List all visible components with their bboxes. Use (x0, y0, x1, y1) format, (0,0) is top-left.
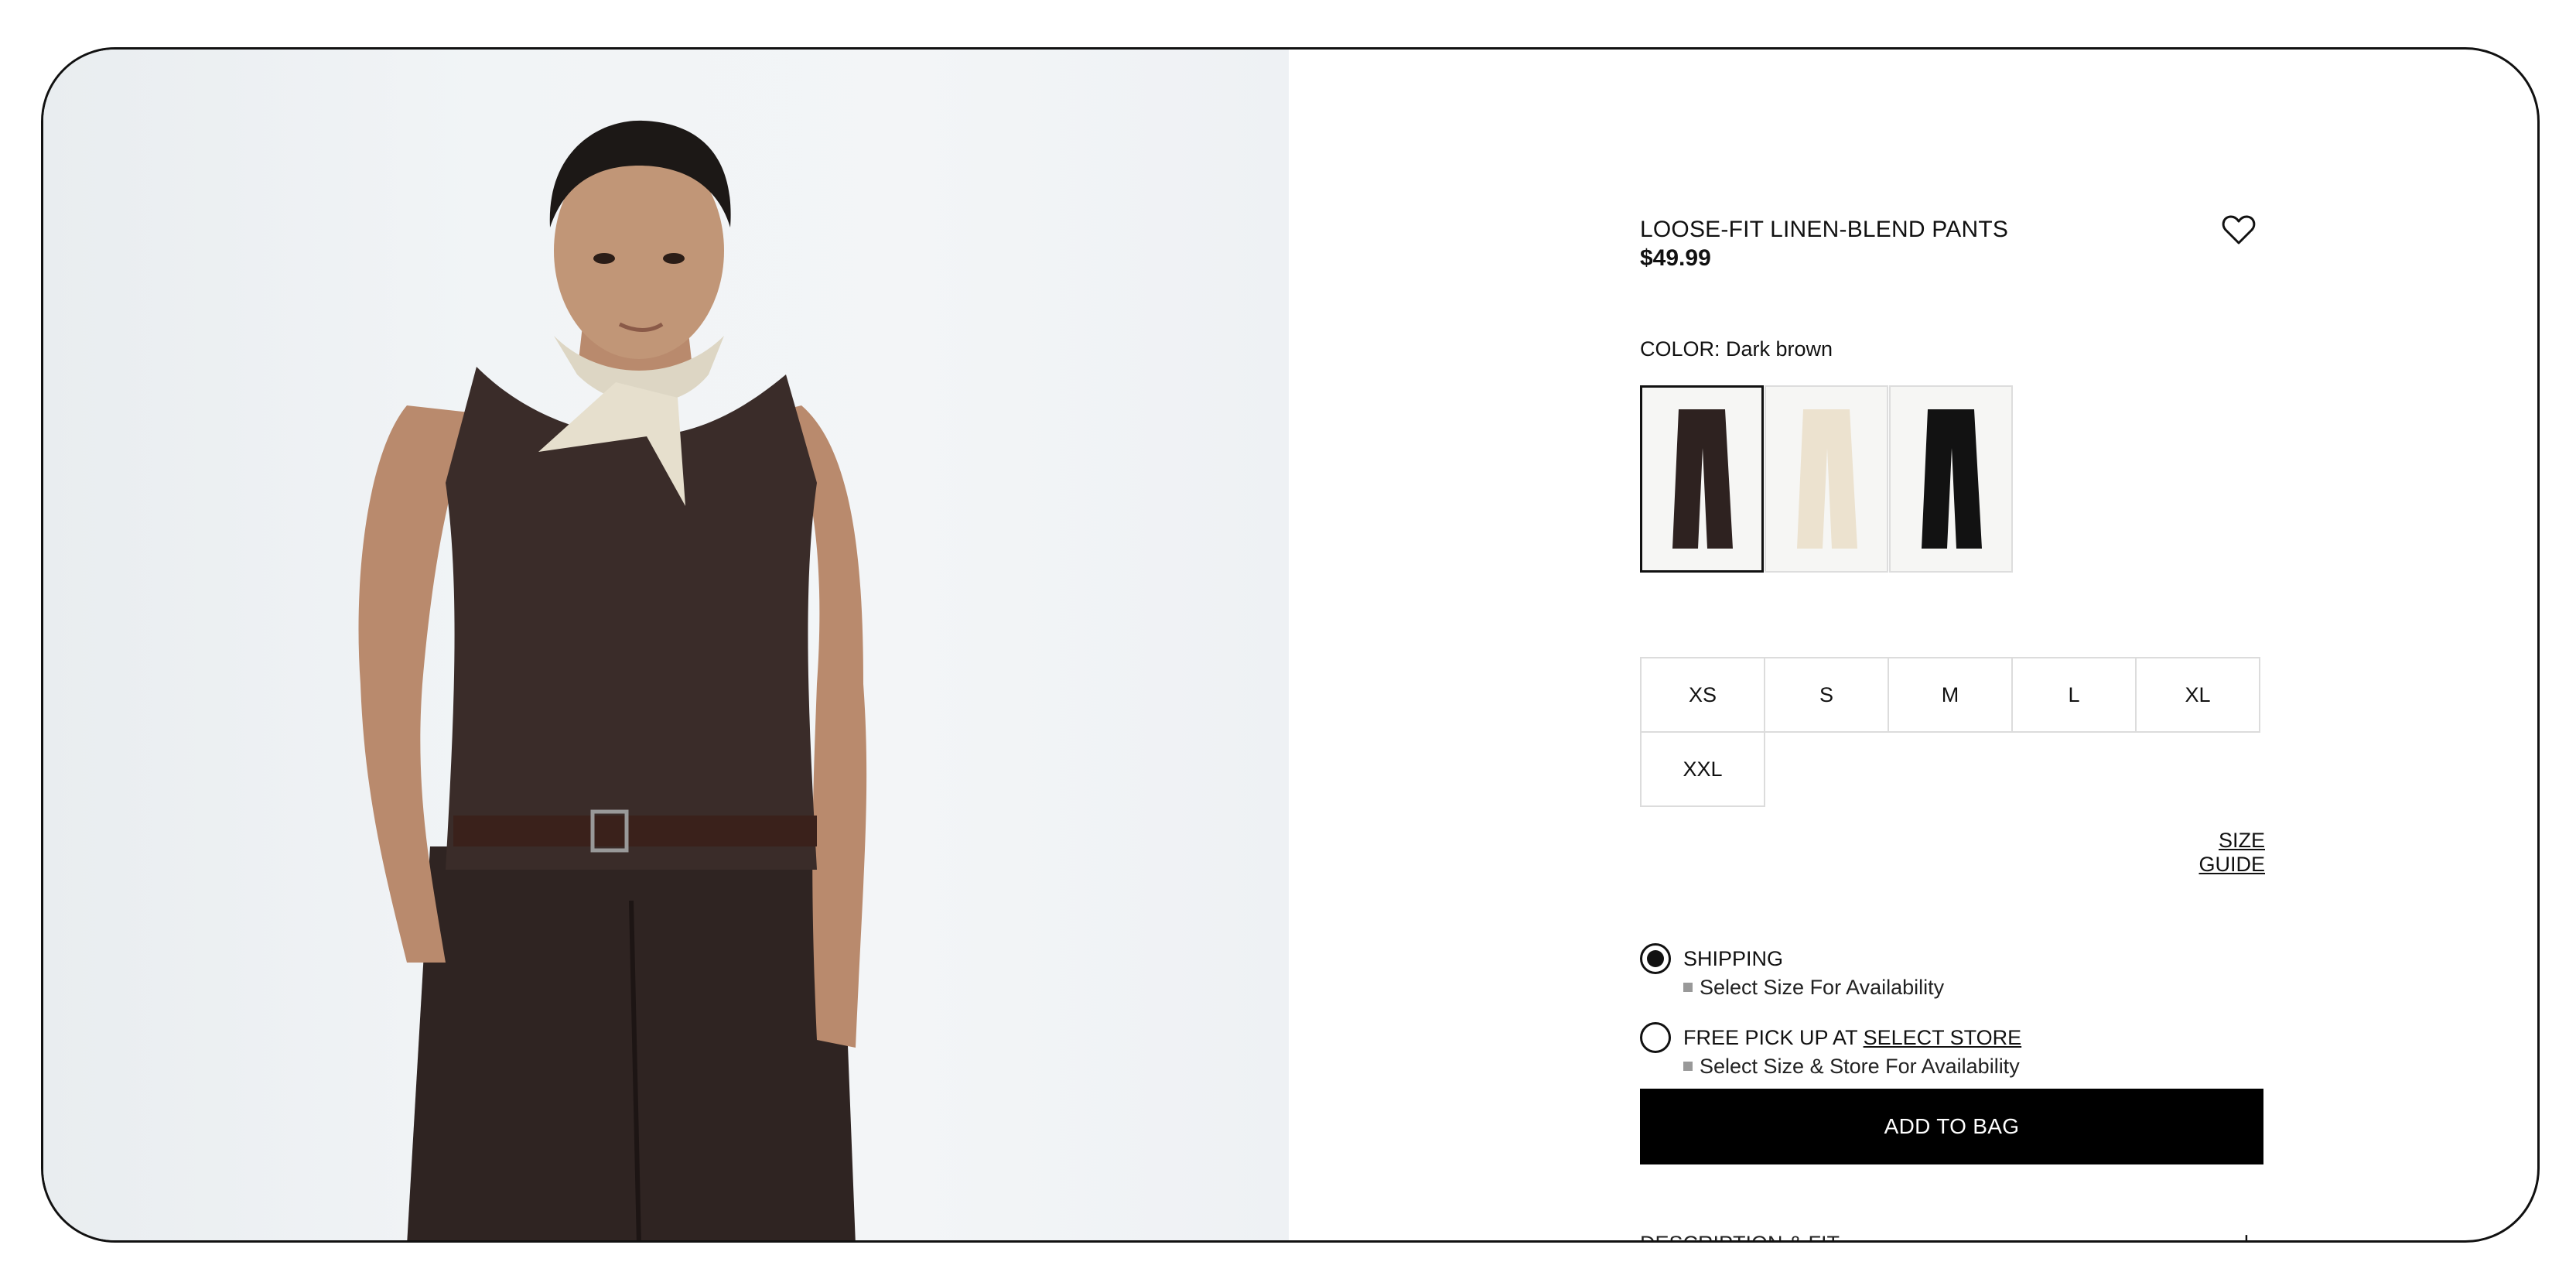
product-details-panel: LOOSE-FIT LINEN-BLEND PANTS $49.99 COLOR… (1640, 50, 2336, 1240)
size-xs[interactable]: XS (1640, 657, 1765, 733)
product-title: LOOSE-FIT LINEN-BLEND PANTS (1640, 217, 2009, 242)
status-square-icon (1683, 983, 1693, 992)
shipping-option: SHIPPING Select Size For Availability (1640, 943, 1944, 1002)
swatch-dark-brown[interactable] (1640, 385, 1764, 573)
pickup-availability: Select Size & Store For Availability (1683, 1052, 2021, 1081)
swatch-light-beige[interactable] (1765, 385, 1888, 573)
color-swatches (1640, 385, 2014, 573)
size-l[interactable]: L (2011, 657, 2137, 733)
shipping-availability-text: Select Size For Availability (1700, 976, 1945, 999)
size-xxl[interactable]: XXL (1640, 731, 1765, 807)
pants-thumbnail-icon (1797, 409, 1857, 549)
product-price: $49.99 (1640, 245, 1711, 271)
pickup-prefix: FREE PICK UP AT (1683, 1026, 1858, 1049)
pickup-availability-text: Select Size & Store For Availability (1700, 1055, 2020, 1078)
shipping-radio[interactable] (1640, 943, 1671, 974)
status-square-icon (1683, 1062, 1693, 1071)
size-selector: XS S M L XL XXL (1640, 657, 2267, 807)
size-m[interactable]: M (1888, 657, 2013, 733)
swatch-black[interactable] (1889, 385, 2013, 573)
product-frame: LOOSE-FIT LINEN-BLEND PANTS $49.99 COLOR… (41, 47, 2540, 1243)
add-to-bag-button[interactable]: ADD TO BAG (1640, 1089, 2263, 1164)
shipping-availability: Select Size For Availability (1683, 973, 1944, 1002)
size-xl[interactable]: XL (2135, 657, 2260, 733)
pickup-option: FREE PICK UP AT SELECT STORE Select Size… (1640, 1022, 2021, 1081)
pants-thumbnail-icon (1672, 409, 1733, 549)
shipping-label: SHIPPING (1683, 947, 1784, 970)
size-s[interactable]: S (1764, 657, 1889, 733)
pickup-label: FREE PICK UP AT SELECT STORE (1683, 1024, 2021, 1052)
pickup-radio[interactable] (1640, 1022, 1671, 1053)
color-label: COLOR: Dark brown (1640, 337, 1833, 361)
heart-icon[interactable] (2222, 214, 2256, 245)
pants-thumbnail-icon (1922, 409, 1982, 549)
product-photo (43, 50, 1289, 1240)
model-illustration (358, 120, 867, 1240)
description-fit-header[interactable]: DESCRIPTION & FIT (1640, 1232, 1840, 1240)
size-guide-link[interactable]: SIZE GUIDE (2154, 829, 2265, 877)
plus-icon[interactable]: + (2239, 1227, 2254, 1240)
select-store-link[interactable]: SELECT STORE (1864, 1026, 2022, 1049)
